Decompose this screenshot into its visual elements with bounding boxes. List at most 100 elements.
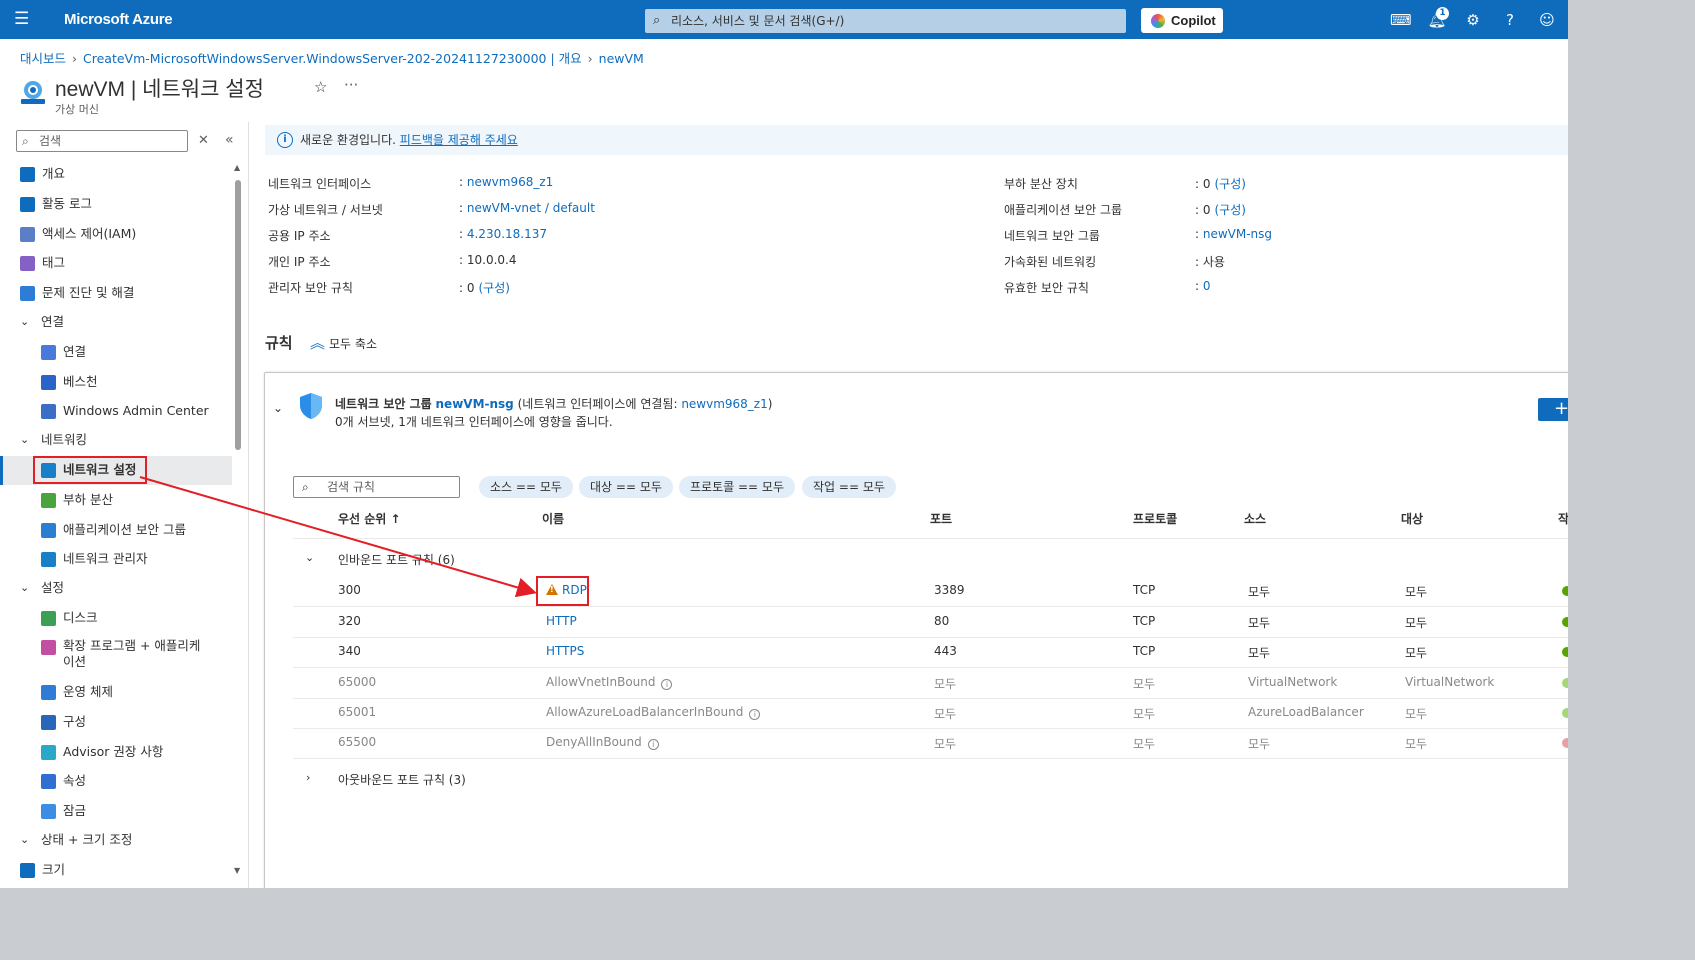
configure-link[interactable]: (구성): [479, 281, 510, 295]
property-label: 가상 네트워크 / 서브넷: [268, 203, 383, 217]
breadcrumb-dashboard[interactable]: 대시보드: [20, 51, 66, 66]
sidebar-item-label: Advisor 권장 사항: [63, 744, 164, 759]
rule-name-text[interactable]: AllowVnetInBound: [546, 675, 655, 689]
global-search-input[interactable]: ⌕ 리소스, 서비스 및 문서 검색(G+/): [645, 9, 1126, 33]
shield-icon: [300, 393, 322, 419]
feedback-icon[interactable]: ☺: [1537, 10, 1557, 30]
property-value[interactable]: : 0: [1195, 279, 1211, 293]
menu-item-icon: [41, 804, 56, 819]
filter-pill-destination[interactable]: 대상 == 모두: [579, 476, 673, 498]
info-icon[interactable]: i: [661, 679, 673, 690]
cell-dest: 모두: [1405, 585, 1428, 599]
property-label: 개인 IP 주소: [268, 255, 331, 269]
cell-name[interactable]: AllowVnetInBound i: [546, 675, 673, 690]
collapse-sidebar-icon[interactable]: «: [225, 132, 234, 148]
breadcrumb-vm[interactable]: newVM: [599, 51, 644, 66]
cell-priority: 65500: [338, 735, 377, 749]
cell-name[interactable]: HTTP: [546, 614, 577, 628]
breadcrumb-deployment[interactable]: CreateVm-MicrosoftWindowsServer.WindowsS…: [83, 51, 582, 66]
feedback-link[interactable]: 피드백을 제공해 주세요: [400, 133, 518, 147]
cell-name[interactable]: HTTPS: [546, 644, 584, 658]
sidebar-item-label: 연결: [63, 344, 87, 359]
rule-name-text[interactable]: DenyAllInBound: [546, 735, 642, 749]
allow-status-icon: [1562, 617, 1568, 627]
property-value[interactable]: : newVM-vnet / default: [459, 201, 595, 215]
cell-priority: 65001: [338, 705, 377, 719]
brand-title[interactable]: Microsoft Azure: [64, 11, 173, 28]
property-value[interactable]: : newvm968_z1: [459, 175, 553, 189]
property-colon: :: [459, 175, 467, 189]
column-header-priority[interactable]: 우선 순위 ↑: [338, 510, 401, 527]
property-value[interactable]: : newVM-nsg: [1195, 227, 1272, 241]
rule-search-input[interactable]: ⌕ 검색 규칙: [293, 476, 460, 498]
copilot-button[interactable]: Copilot: [1141, 8, 1223, 33]
cell-source: 모두: [1248, 646, 1271, 660]
column-header-destination[interactable]: 대상: [1401, 510, 1423, 527]
cell-name[interactable]: DenyAllInBound i: [546, 735, 659, 750]
column-header-action[interactable]: 작: [1558, 510, 1568, 527]
property-value-text[interactable]: newVM-nsg: [1203, 227, 1272, 241]
row-divider: [293, 698, 1568, 699]
more-options-icon[interactable]: ···: [344, 76, 358, 94]
chevron-down-icon: ⌄: [20, 581, 30, 594]
property-label: 애플리케이션 보안 그룹: [1004, 203, 1123, 217]
outbound-group-label[interactable]: 아웃바운드 포트 규칙 (3): [338, 771, 466, 788]
property-value[interactable]: : 0 (구성): [1195, 175, 1246, 192]
sidebar-item-label: 활동 로그: [42, 196, 92, 211]
rule-name-text[interactable]: AllowAzureLoadBalancerInBound: [546, 705, 743, 719]
nsg-suffix: ): [767, 397, 773, 411]
cloud-shell-icon[interactable]: ⌨: [1390, 10, 1412, 30]
property-value-text[interactable]: 4.230.18.137: [467, 227, 547, 241]
sidebar-item-label: 잠금: [63, 803, 87, 818]
nsg-nic-link[interactable]: newvm968_z1: [681, 397, 767, 411]
property-value-text: 0: [466, 281, 475, 295]
chevron-up-double-icon: ︽: [310, 334, 326, 352]
favorite-star-icon[interactable]: ☆: [314, 78, 327, 96]
property-value-text[interactable]: 0: [1203, 279, 1211, 293]
nsg-name-link[interactable]: newVM-nsg: [436, 397, 514, 411]
column-header-name[interactable]: 이름: [542, 510, 564, 527]
hamburger-menu-icon[interactable]: ☰: [14, 10, 32, 28]
cell-priority: 300: [338, 583, 361, 597]
rule-name-text[interactable]: HTTPS: [546, 644, 584, 658]
menu-item-icon: [41, 774, 56, 789]
filter-pill-source[interactable]: 소스 == 모두: [479, 476, 573, 498]
inbound-group-label[interactable]: 인바운드 포트 규칙 (6): [338, 551, 455, 568]
column-header-port[interactable]: 포트: [930, 510, 952, 527]
chevron-down-icon[interactable]: ⌄: [305, 551, 314, 564]
property-value[interactable]: : 0 (구성): [1195, 201, 1246, 218]
info-icon[interactable]: i: [749, 709, 761, 720]
cell-name[interactable]: AllowAzureLoadBalancerInBound i: [546, 705, 761, 720]
configure-link[interactable]: (구성): [1215, 177, 1246, 191]
clear-search-icon[interactable]: ✕: [198, 133, 209, 148]
collapse-all-button[interactable]: ︽ 모두 축소: [310, 332, 377, 353]
page-subtitle: 가상 머신: [55, 103, 99, 116]
settings-gear-icon[interactable]: ⚙: [1463, 10, 1483, 30]
help-icon[interactable]: ?: [1500, 10, 1520, 30]
rule-name-text[interactable]: HTTP: [546, 614, 577, 628]
nsg-attached-prefix: (네트워크 인터페이스에 연결됨:: [517, 397, 678, 411]
add-rule-button[interactable]: +: [1538, 398, 1568, 421]
filter-pill-action[interactable]: 작업 == 모두: [802, 476, 896, 498]
filter-pill-protocol[interactable]: 프로토콜 == 모두: [679, 476, 795, 498]
cell-dest: 모두: [1405, 707, 1428, 721]
row-divider: [293, 606, 1568, 607]
menu-item-icon: [41, 523, 56, 538]
cell-source: AzureLoadBalancer: [1248, 705, 1364, 719]
scroll-down-arrow-icon[interactable]: ▼: [234, 866, 240, 875]
column-header-protocol[interactable]: 프로토콜: [1133, 510, 1177, 527]
sidebar-item-label: 연결: [41, 314, 65, 329]
column-header-source[interactable]: 소스: [1244, 510, 1266, 527]
property-value[interactable]: : 4.230.18.137: [459, 227, 547, 241]
chevron-right-icon[interactable]: ›: [306, 771, 310, 784]
property-colon: :: [1195, 279, 1203, 293]
scroll-up-arrow-icon[interactable]: ▲: [234, 163, 240, 172]
configure-link[interactable]: (구성): [1215, 203, 1246, 217]
sidebar-scrollbar[interactable]: [235, 180, 241, 450]
info-icon[interactable]: i: [647, 739, 659, 750]
sidebar-search-input[interactable]: ⌕ 검색: [16, 130, 188, 152]
chevron-down-icon[interactable]: ⌄: [273, 401, 283, 415]
property-value-text[interactable]: newvm968_z1: [467, 175, 553, 189]
property-value-text[interactable]: newVM-vnet / default: [467, 201, 595, 215]
property-value[interactable]: : 0 (구성): [459, 279, 510, 296]
